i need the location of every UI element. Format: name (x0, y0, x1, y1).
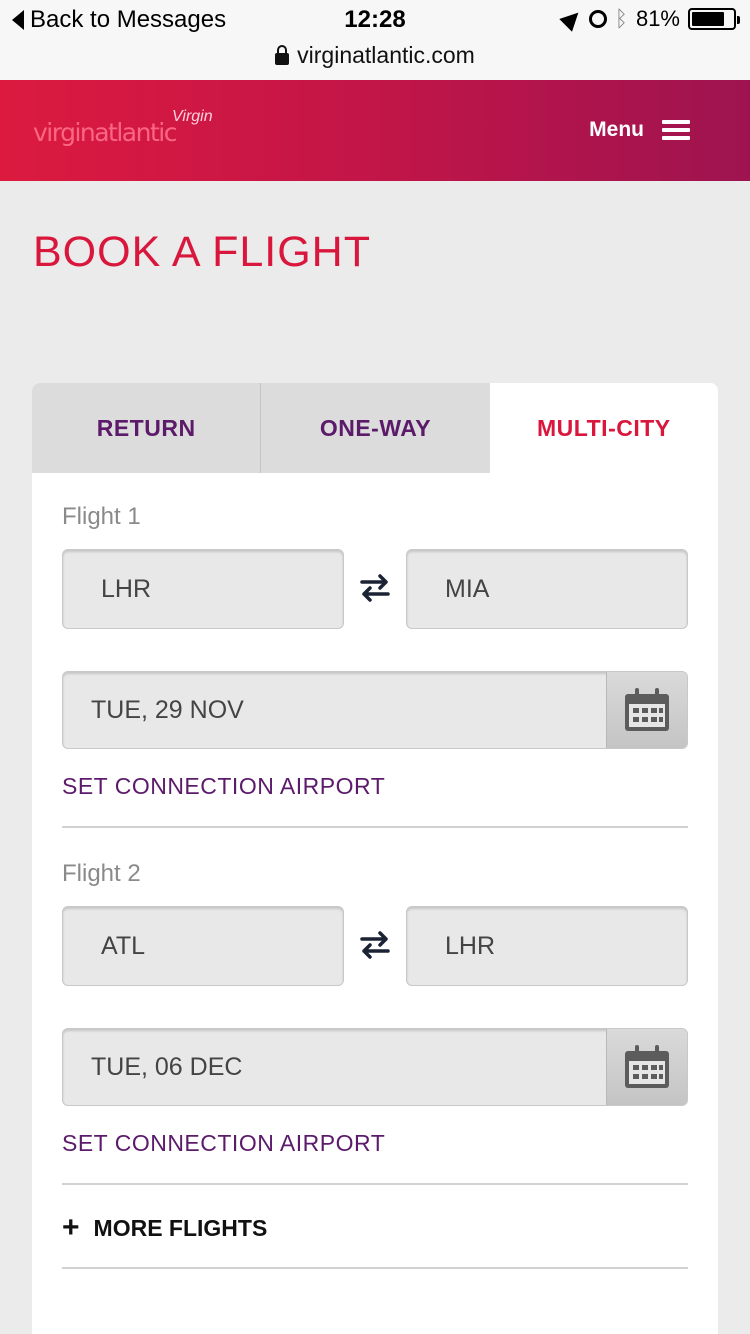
battery-percent: 81% (635, 6, 680, 31)
flight-2-set-connection-link[interactable]: SET CONNECTION AIRPORT (62, 1130, 385, 1157)
swap-airports-icon[interactable] (358, 571, 392, 605)
status-bar: Back to Messages 12:28 ᛒ 81% virginatlan… (0, 0, 750, 80)
hamburger-icon (662, 120, 690, 140)
menu-button[interactable]: Menu (589, 118, 690, 142)
flight-2-date-value: TUE, 06 DEC (91, 1052, 243, 1081)
url-text: virginatlantic.com (297, 42, 475, 68)
status-icons: ᛒ 81% (559, 6, 740, 32)
battery-icon (688, 8, 740, 30)
flight-2-date-field[interactable]: TUE, 06 DEC (62, 1028, 688, 1106)
flight-2-origin-field[interactable]: ATL (62, 906, 344, 986)
swap-airports-icon[interactable] (358, 928, 392, 962)
tab-multi-city[interactable]: MULTI-CITY (489, 383, 718, 473)
calendar-icon (625, 1045, 669, 1088)
divider (62, 1183, 688, 1185)
calendar-icon (625, 688, 669, 731)
flight-2-destination-field[interactable]: LHR (406, 906, 688, 986)
divider (62, 1267, 688, 1269)
flight-1-calendar-button[interactable] (606, 672, 687, 748)
menu-label: Menu (589, 118, 644, 141)
flight-1-date-field[interactable]: TUE, 29 NOV (62, 671, 688, 749)
more-flights-label: MORE FLIGHTS (93, 1214, 268, 1241)
site-header: virginatlantic Virgin Menu (0, 80, 750, 181)
booking-card: RETURN ONE-WAY MULTI-CITY Flight 1 LHR M… (32, 383, 718, 1334)
bluetooth-icon: ᛒ (614, 6, 628, 31)
more-flights-button[interactable]: + MORE FLIGHTS (62, 1213, 267, 1243)
plus-icon: + (62, 1211, 80, 1244)
address-bar[interactable]: virginatlantic.com (0, 42, 750, 69)
virgin-atlantic-logo[interactable]: virginatlantic (33, 118, 177, 147)
flight-1-destination-field[interactable]: MIA (406, 549, 688, 629)
divider (62, 826, 688, 828)
flight-1-label: Flight 1 (62, 503, 141, 530)
logo-signature: Virgin (172, 108, 213, 125)
tab-return[interactable]: RETURN (32, 383, 261, 473)
flight-1-set-connection-link[interactable]: SET CONNECTION AIRPORT (62, 773, 385, 800)
location-arrow-icon (559, 6, 585, 32)
flight-2-calendar-button[interactable] (606, 1029, 687, 1105)
battery-fill (692, 12, 725, 26)
trip-type-tabs: RETURN ONE-WAY MULTI-CITY (32, 383, 718, 473)
alarm-icon (588, 10, 607, 28)
flight-1-origin-field[interactable]: LHR (62, 549, 344, 629)
lock-icon (275, 44, 290, 65)
flight-2-label: Flight 2 (62, 860, 141, 887)
flight-1-date-value: TUE, 29 NOV (91, 695, 244, 724)
tab-one-way[interactable]: ONE-WAY (260, 383, 490, 473)
page-title: BOOK A FLIGHT (33, 228, 371, 276)
